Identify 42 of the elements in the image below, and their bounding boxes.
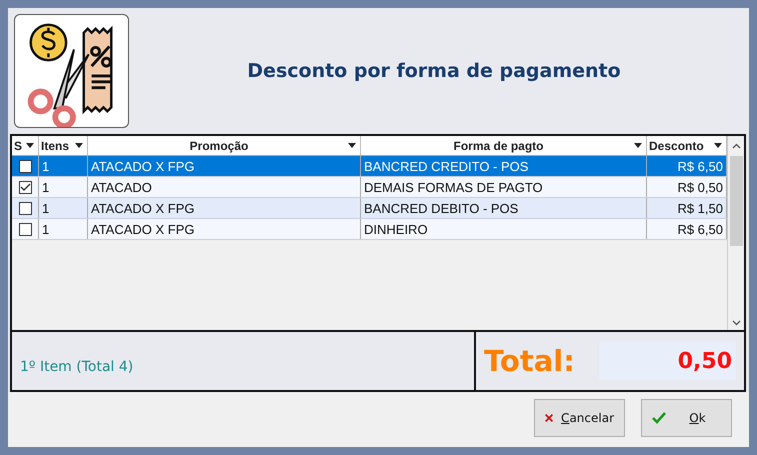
check-icon [20,182,30,192]
table-row[interactable]: 1 ATACADO X FPG BANCRED DEBITO - POS R$ 1,50 [12,198,727,219]
checkbox[interactable] [18,222,32,236]
table-cell: ATACADO [88,177,361,197]
ok-button[interactable]: Ok [641,398,732,436]
table-cell: BANCRED DEBITO - POS [361,198,647,218]
cancel-button[interactable]: Cancelar [534,398,625,436]
table-cell: DINHEIRO [361,219,647,239]
discount-scissors-receipt-icon [14,14,129,128]
caret-icon [75,143,83,148]
column-header[interactable]: Promoção [88,136,361,155]
table-cell: DEMAIS FORMAS DE PAGTO [361,177,647,197]
scroll-up-icon[interactable] [732,143,740,149]
check-icon [652,412,666,424]
column-header[interactable]: S [12,136,39,155]
checkbox[interactable] [18,202,32,214]
table-cell: ATACADO X FPG [88,198,361,218]
table-cell: 1 [39,156,88,176]
table-row[interactable]: 1 ATACADO DEMAIS FORMAS DE PAGTO R$ 0,50 [12,177,727,198]
caret-icon [634,143,642,148]
dialog-title: Desconto por forma de pagamento [246,60,622,82]
scrollbar[interactable] [727,136,744,330]
column-header[interactable]: Itens [39,136,88,155]
close-icon [545,412,554,424]
table-cell: ATACADO X FPG [88,156,361,176]
table-cell: 1 [39,219,88,239]
total-value: 0,50 [598,342,736,380]
table-cell: BANCRED CREDITO - POS [361,156,647,176]
table-cell: 1 [39,177,88,197]
table-cell: 1 [39,198,88,218]
table-cell: ATACADO X FPG [88,219,361,239]
table-row[interactable]: 1 ATACADO X FPG BANCRED CREDITO - POS R$ 6,50 [12,156,727,177]
caret-icon [714,143,722,148]
checkbox[interactable] [18,180,32,194]
checkbox[interactable] [18,160,32,172]
scroll-down-icon[interactable] [732,320,740,326]
caret-icon [348,143,356,148]
table-row[interactable]: 1 ATACADO X FPG DINHEIRO R$ 6,50 [12,219,727,240]
item-info: 1º Item (Total 4) [12,332,476,390]
column-header[interactable]: Forma de pagto [361,136,647,155]
total-label: Total: [484,344,575,378]
caret-icon [26,143,34,148]
